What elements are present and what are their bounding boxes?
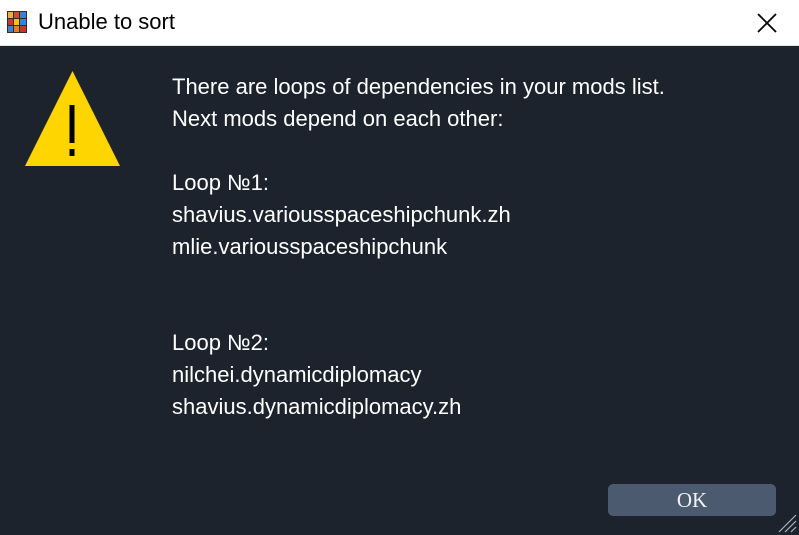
dialog-content: There are loops of dependencies in your … — [0, 46, 799, 535]
close-icon — [757, 12, 777, 33]
ok-button[interactable]: OK — [608, 484, 776, 516]
dialog-message: There are loops of dependencies in your … — [172, 74, 665, 419]
title-bar[interactable]: Unable to sort — [0, 0, 799, 46]
warning-icon — [25, 71, 120, 166]
resize-grip-icon[interactable] — [775, 511, 797, 533]
dialog-window: Unable to sort There are loops of depend… — [0, 0, 799, 535]
app-grid-icon — [7, 11, 27, 33]
window-title: Unable to sort — [38, 9, 175, 34]
close-button[interactable] — [735, 0, 799, 45]
